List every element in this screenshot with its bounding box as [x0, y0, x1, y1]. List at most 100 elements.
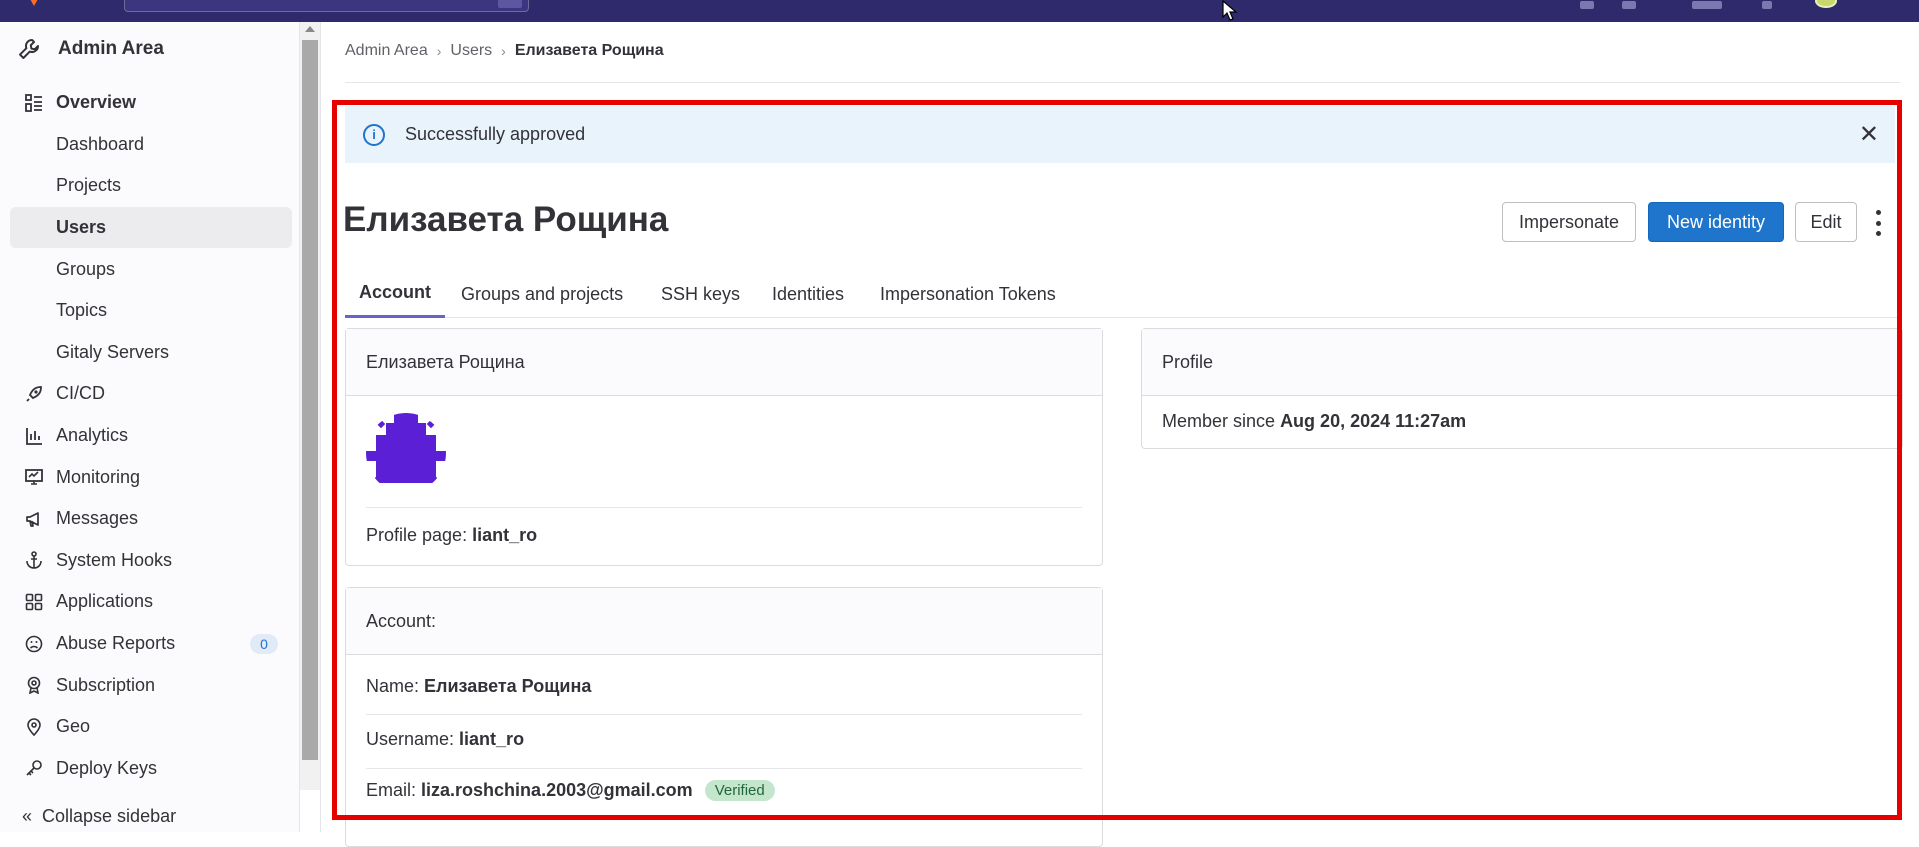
- tab-ssh-keys[interactable]: SSH keys: [661, 270, 740, 318]
- admin-wrench-icon: [16, 36, 42, 62]
- sidebar-item-system-hooks[interactable]: System Hooks: [10, 540, 292, 582]
- more-actions-icon[interactable]: [1872, 210, 1884, 236]
- applications-icon: [24, 592, 44, 612]
- subscription-icon: [24, 675, 44, 695]
- alert-message: Successfully approved: [405, 124, 586, 144]
- sidebar-item-projects[interactable]: Projects: [10, 165, 292, 207]
- overview-icon: [24, 93, 44, 113]
- email-label: Email:: [366, 780, 417, 800]
- megaphone-icon: [24, 509, 44, 529]
- abuse-icon: [24, 634, 44, 654]
- sidebar-item-label: CI/CD: [56, 383, 105, 404]
- breadcrumb-users[interactable]: Users: [450, 42, 492, 60]
- sidebar-nav: Overview Dashboard Projects Users Groups…: [10, 82, 292, 789]
- user-info-card: Елизавета Рощина Profile page: liant_ro: [345, 328, 1103, 566]
- sidebar-item-label: Geo: [56, 716, 91, 737]
- shortcut-hint: [498, 0, 522, 8]
- email-row: Email: liza.roshchina.2003@gmail.com Ver…: [366, 780, 1082, 801]
- edit-button[interactable]: Edit: [1795, 202, 1857, 242]
- sidebar-item-label: Projects: [56, 175, 122, 196]
- sidebar-item-applications[interactable]: Applications: [10, 581, 292, 623]
- sidebar-item-groups[interactable]: Groups: [10, 248, 292, 290]
- sidebar-item-monitoring[interactable]: Monitoring: [10, 456, 292, 498]
- card-header: Елизавета Рощина: [346, 329, 1102, 396]
- scrollbar-thumb[interactable]: [302, 40, 318, 760]
- sidebar-item-label: Messages: [56, 508, 139, 529]
- key-icon: [24, 758, 44, 778]
- sidebar-item-label: Analytics: [56, 425, 129, 446]
- breadcrumb: Admin Area › Users › Елизавета Рощина: [345, 42, 664, 60]
- admin-sidebar: Admin Area Overview Dashboard Projects U…: [0, 22, 300, 832]
- sidebar-item-label: System Hooks: [56, 549, 173, 570]
- sidebar-item-messages[interactable]: Messages: [10, 498, 292, 540]
- mouse-cursor-icon: [1222, 0, 1238, 21]
- breadcrumb-current-user[interactable]: Елизавета Рощина: [515, 42, 664, 60]
- sidebar-item-cicd[interactable]: CI/CD: [10, 373, 292, 415]
- user-avatar-image: [366, 413, 446, 493]
- breadcrumb-admin-area[interactable]: Admin Area: [345, 42, 428, 60]
- chevron-right-icon: ›: [501, 43, 506, 59]
- sidebar-item-label: Dashboard: [56, 133, 145, 154]
- verified-badge: Verified: [704, 780, 775, 801]
- anchor-icon: [24, 550, 44, 570]
- sidebar-item-topics[interactable]: Topics: [10, 290, 292, 332]
- divider: [345, 82, 1900, 83]
- todos-icon[interactable]: [1692, 1, 1722, 9]
- impersonate-button[interactable]: Impersonate: [1502, 202, 1636, 242]
- sidebar-item-gitaly-servers[interactable]: Gitaly Servers: [10, 332, 292, 374]
- profile-page-label: Profile page:: [366, 525, 468, 545]
- sidebar-item-overview[interactable]: Overview: [10, 82, 292, 124]
- search-input[interactable]: [124, 0, 529, 12]
- member-since-value: Aug 20, 2024 11:27am: [1280, 411, 1467, 431]
- info-icon: i: [363, 123, 385, 146]
- sidebar-item-abuse-reports[interactable]: Abuse Reports 0: [10, 623, 292, 665]
- username-row: Username: liant_ro: [366, 729, 1082, 750]
- card-header: Profile: [1142, 329, 1902, 396]
- chart-icon: [24, 426, 44, 446]
- sidebar-item-label: Subscription: [56, 674, 156, 695]
- sidebar-item-subscription[interactable]: Subscription: [10, 664, 292, 706]
- collapse-sidebar-button[interactable]: « Collapse sidebar: [22, 806, 176, 827]
- sidebar-item-label: Monitoring: [56, 466, 141, 487]
- top-navbar: [0, 0, 1919, 22]
- scroll-up-icon[interactable]: [305, 26, 315, 32]
- monitor-icon: [24, 467, 44, 487]
- close-icon[interactable]: ✕: [1859, 120, 1879, 149]
- sidebar-item-geo[interactable]: Geo: [10, 706, 292, 748]
- divider: [366, 714, 1082, 715]
- sidebar-item-label: Deploy Keys: [56, 757, 158, 778]
- gitlab-logo-icon[interactable]: [26, 0, 42, 6]
- sidebar-scrollbar[interactable]: [300, 22, 320, 790]
- help-icon[interactable]: [1762, 1, 1772, 9]
- member-since-row: Member since Aug 20, 2024 11:27am: [1162, 411, 1882, 432]
- abuse-reports-count-badge: 0: [250, 633, 278, 654]
- tab-identities[interactable]: Identities: [772, 270, 844, 318]
- tab-impersonation-tokens[interactable]: Impersonation Tokens: [880, 270, 1056, 318]
- divider: [366, 768, 1082, 769]
- tab-account[interactable]: Account: [345, 270, 445, 318]
- collapse-sidebar-label: Collapse sidebar: [42, 806, 177, 826]
- merge-requests-icon[interactable]: [1622, 1, 1636, 9]
- new-identity-button[interactable]: New identity: [1648, 202, 1784, 242]
- divider: [366, 507, 1082, 508]
- double-chevron-left-icon: «: [22, 806, 33, 826]
- rocket-icon: [24, 384, 44, 404]
- sidebar-item-dashboard[interactable]: Dashboard: [10, 124, 292, 166]
- sidebar-item-users[interactable]: Users: [10, 206, 292, 249]
- tab-groups-and-projects[interactable]: Groups and projects: [461, 270, 623, 318]
- admin-area-header[interactable]: Admin Area: [16, 34, 164, 64]
- profile-page-link[interactable]: liant_ro: [472, 525, 537, 545]
- page-title: Елизавета Рощина: [343, 200, 669, 239]
- issues-icon[interactable]: [1580, 1, 1594, 9]
- sidebar-item-label: Applications: [56, 591, 154, 612]
- sidebar-item-label: Groups: [56, 258, 116, 279]
- user-avatar[interactable]: [1815, 0, 1837, 8]
- email-value: liza.roshchina.2003@gmail.com: [421, 780, 693, 800]
- sidebar-item-label: Gitaly Servers: [56, 341, 170, 362]
- name-row: Name: Елизавета Рощина: [366, 676, 1082, 697]
- user-tabs: Account Groups and projects SSH keys Ide…: [345, 270, 1900, 318]
- sidebar-divider: [320, 22, 321, 832]
- sidebar-item-analytics[interactable]: Analytics: [10, 415, 292, 457]
- sidebar-item-deploy-keys[interactable]: Deploy Keys: [10, 748, 292, 790]
- account-card: Account: Name: Елизавета Рощина Username…: [345, 587, 1103, 847]
